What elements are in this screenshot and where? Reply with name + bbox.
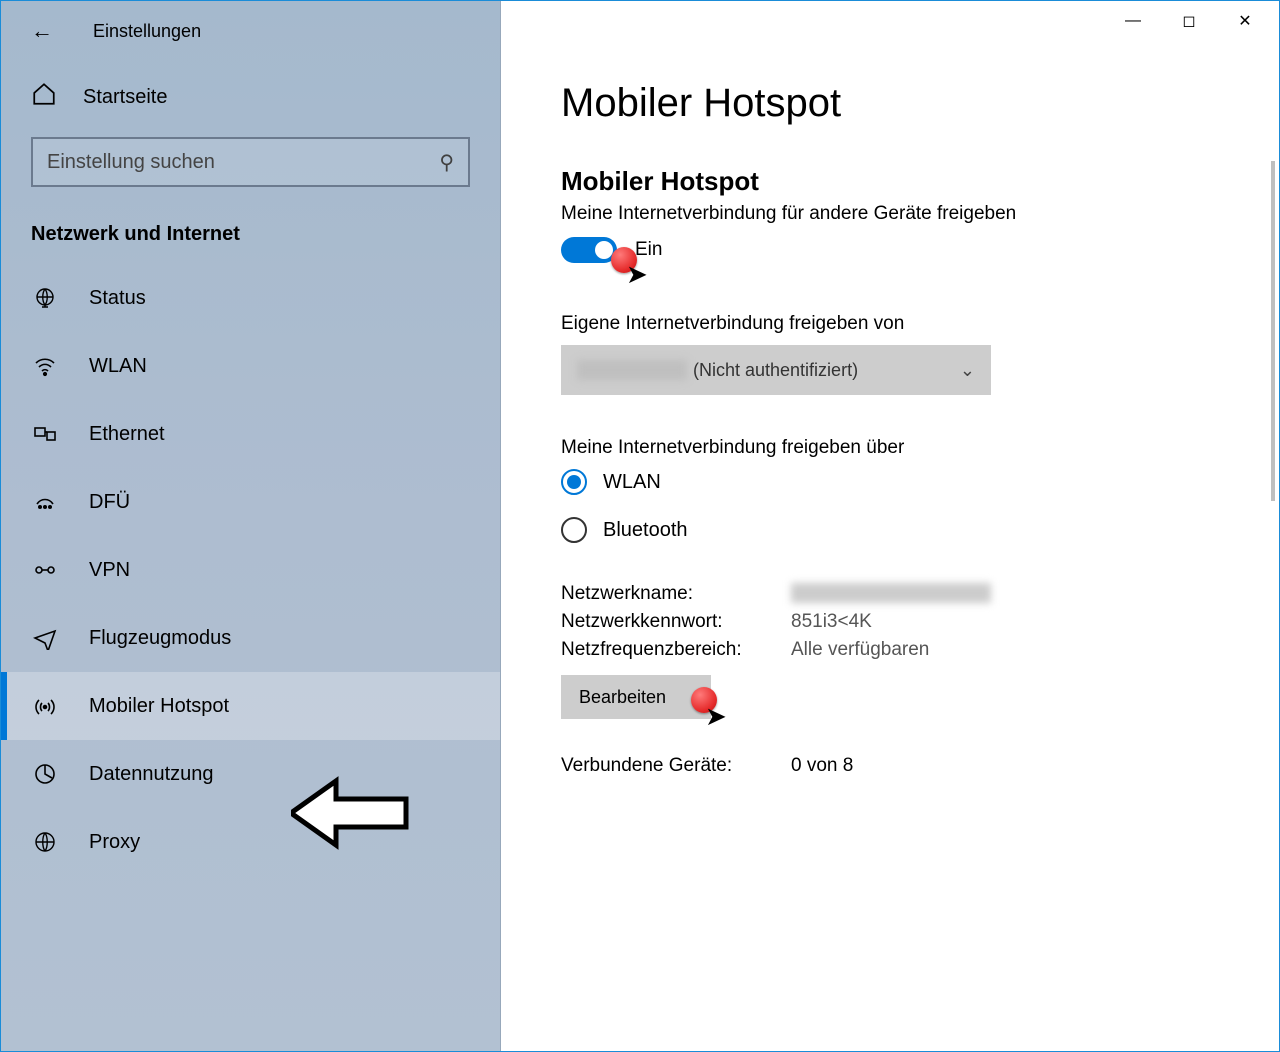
share-from-dropdown[interactable]: (Nicht authentifiziert) ⌄ xyxy=(561,345,991,395)
sidebar-item-flugzeugmodus[interactable]: Flugzeugmodus xyxy=(1,604,500,672)
window-controls: ― ◻ ✕ xyxy=(1105,1,1273,41)
toggle-heading: Mobiler Hotspot xyxy=(561,166,1229,197)
radio-icon xyxy=(561,469,587,495)
sidebar: ← Einstellungen Startseite ⚲ Netzwerk un… xyxy=(1,1,501,1051)
radio-icon xyxy=(561,517,587,543)
cursor-icon: ➤ xyxy=(705,701,727,732)
redacted-adapter-name xyxy=(577,360,687,380)
sidebar-item-status[interactable]: Status xyxy=(1,264,500,332)
toggle-state-label: Ein xyxy=(635,239,662,261)
globe-icon xyxy=(31,286,59,310)
share-from-label: Eigene Internetverbindung freigeben von xyxy=(561,313,1229,335)
toggle-subtitle: Meine Internetverbindung für andere Gerä… xyxy=(561,203,1229,225)
radio-label: Bluetooth xyxy=(603,519,688,542)
data-usage-icon xyxy=(31,762,59,786)
hotspot-icon xyxy=(31,694,59,718)
nav-list: Status WLAN Ethernet DFÜ xyxy=(1,264,500,876)
connected-value: 0 von 8 xyxy=(791,755,853,777)
network-band-value: Alle verfügbaren xyxy=(791,639,929,661)
sidebar-item-wlan[interactable]: WLAN xyxy=(1,332,500,400)
back-icon[interactable]: ← xyxy=(31,18,53,44)
annotation-arrow-icon xyxy=(291,773,411,858)
vpn-icon xyxy=(31,558,59,582)
nav-label: Flugzeugmodus xyxy=(89,627,231,650)
nav-label: Status xyxy=(89,287,146,310)
network-properties: Netzwerkname: Netzwerkkennwort: 851i3<4K… xyxy=(561,583,1229,719)
cursor-icon: ➤ xyxy=(626,259,648,290)
sidebar-item-hotspot[interactable]: Mobiler Hotspot xyxy=(1,672,500,740)
network-password-label: Netzwerkkennwort: xyxy=(561,611,791,633)
connected-label: Verbundene Geräte: xyxy=(561,755,791,777)
share-over-label: Meine Internetverbindung freigeben über xyxy=(561,437,1229,459)
connected-devices: Verbundene Geräte: 0 von 8 xyxy=(561,755,1229,777)
radio-label: WLAN xyxy=(603,471,661,494)
wifi-icon xyxy=(31,354,59,378)
home-label: Startseite xyxy=(83,86,167,109)
nav-label: Proxy xyxy=(89,831,140,854)
page-title: Mobiler Hotspot xyxy=(561,81,1229,126)
search-box[interactable]: ⚲ xyxy=(31,137,470,187)
content-pane: ― ◻ ✕ Mobiler Hotspot Mobiler Hotspot Me… xyxy=(501,1,1279,1051)
nav-label: VPN xyxy=(89,559,130,582)
nav-label: Ethernet xyxy=(89,423,165,446)
network-name-value-redacted xyxy=(791,583,991,603)
nav-label: WLAN xyxy=(89,355,147,378)
nav-label: Mobiler Hotspot xyxy=(89,695,229,718)
nav-label: DFÜ xyxy=(89,491,130,514)
home-icon xyxy=(31,81,57,113)
nav-label: Datennutzung xyxy=(89,763,214,786)
sidebar-item-vpn[interactable]: VPN xyxy=(1,536,500,604)
search-input[interactable] xyxy=(47,151,413,174)
close-button[interactable]: ✕ xyxy=(1217,1,1273,41)
sidebar-header: ← Einstellungen xyxy=(1,1,500,61)
scrollbar[interactable] xyxy=(1271,161,1275,501)
edit-button-label: Bearbeiten xyxy=(579,687,666,707)
share-over-radio-group: WLAN Bluetooth xyxy=(561,469,1229,543)
chevron-down-icon: ⌄ xyxy=(960,360,975,381)
sidebar-item-home[interactable]: Startseite xyxy=(1,61,500,131)
network-password-value: 851i3<4K xyxy=(791,611,872,633)
settings-window: ← Einstellungen Startseite ⚲ Netzwerk un… xyxy=(0,0,1280,1052)
window-title: Einstellungen xyxy=(93,21,201,42)
sidebar-item-ethernet[interactable]: Ethernet xyxy=(1,400,500,468)
edit-button[interactable]: Bearbeiten xyxy=(561,675,711,719)
search-icon: ⚲ xyxy=(439,150,454,175)
sidebar-item-datennutzung[interactable]: Datennutzung xyxy=(1,740,500,808)
airplane-icon xyxy=(31,626,59,650)
hotspot-toggle[interactable] xyxy=(561,237,617,263)
sidebar-item-dfu[interactable]: DFÜ xyxy=(1,468,500,536)
radio-option-bluetooth[interactable]: Bluetooth xyxy=(561,517,1229,543)
network-name-label: Netzwerkname: xyxy=(561,583,791,605)
minimize-button[interactable]: ― xyxy=(1105,1,1161,41)
category-header: Netzwerk und Internet xyxy=(1,215,500,264)
radio-option-wlan[interactable]: WLAN xyxy=(561,469,1229,495)
network-band-label: Netzfrequenzbereich: xyxy=(561,639,791,661)
dropdown-selected-suffix: (Nicht authentifiziert) xyxy=(693,360,858,381)
sidebar-item-proxy[interactable]: Proxy xyxy=(1,808,500,876)
proxy-icon xyxy=(31,830,59,854)
dialup-icon xyxy=(31,490,59,514)
maximize-button[interactable]: ◻ xyxy=(1161,1,1217,41)
ethernet-icon xyxy=(31,422,59,446)
